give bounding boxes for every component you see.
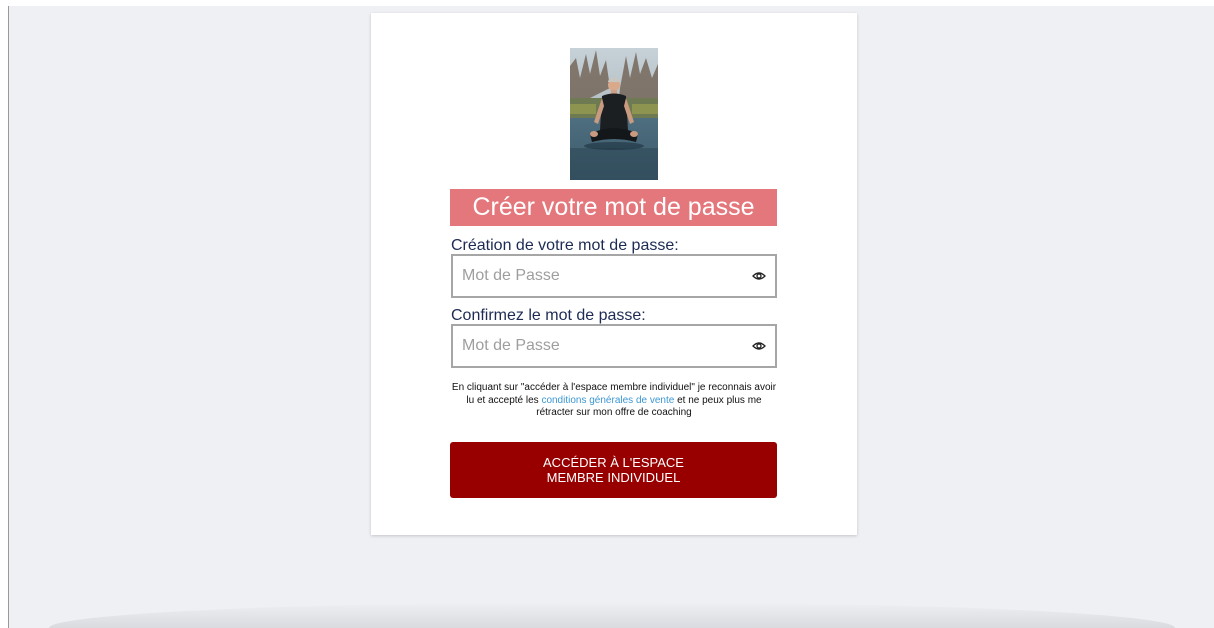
access-member-area-button[interactable]: ACCÉDER À L'ESPACE MEMBRE INDIVIDUEL bbox=[450, 442, 777, 498]
button-label-line2: MEMBRE INDIVIDUEL bbox=[546, 470, 681, 485]
password-field-container bbox=[451, 254, 777, 298]
legal-notice: En cliquant sur "accéder à l'espace memb… bbox=[451, 382, 777, 420]
password-label: Création de votre mot de passe: bbox=[451, 237, 679, 254]
meditation-photo bbox=[570, 48, 658, 180]
confirm-field-container bbox=[451, 324, 777, 368]
page-background: Créer votre mot de passe Création de vot… bbox=[8, 6, 1214, 628]
signup-card: Créer votre mot de passe Création de vot… bbox=[371, 13, 857, 535]
eye-icon[interactable] bbox=[752, 269, 766, 283]
bottom-shadow bbox=[49, 602, 1175, 628]
page-title: Créer votre mot de passe bbox=[450, 189, 777, 226]
confirm-password-input[interactable] bbox=[453, 326, 742, 366]
password-input[interactable] bbox=[453, 256, 742, 296]
eye-icon[interactable] bbox=[752, 339, 766, 353]
confirm-password-label: Confirmez le mot de passe: bbox=[451, 307, 646, 324]
terms-link[interactable]: conditions générales de vente bbox=[541, 395, 674, 406]
button-label-line1: ACCÉDER À L'ESPACE bbox=[543, 455, 684, 470]
